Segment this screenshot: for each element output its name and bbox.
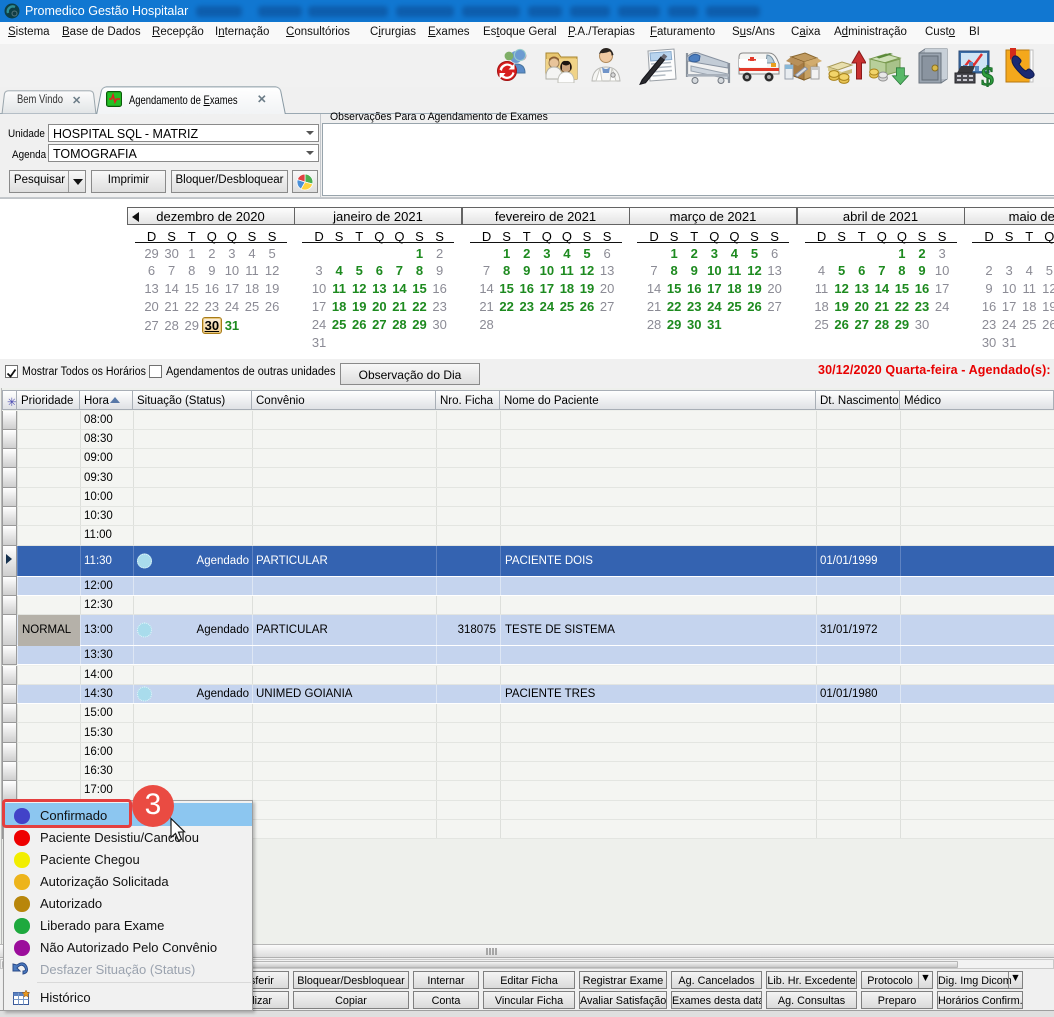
svg-text:$: $ [981, 62, 994, 87]
